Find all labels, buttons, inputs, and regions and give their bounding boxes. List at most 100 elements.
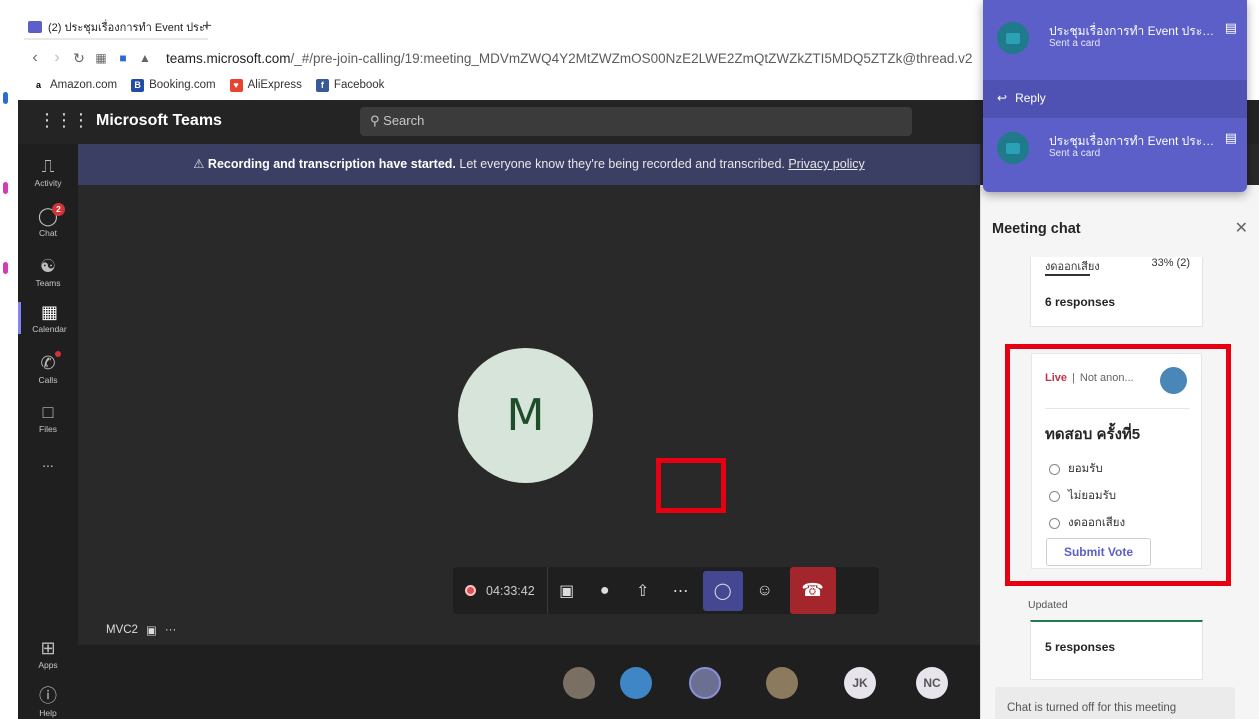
- recording-timer: 04:33:42: [453, 567, 548, 614]
- app-launcher-icon[interactable]: ⋮⋮⋮: [38, 110, 90, 131]
- participants-button[interactable]: ☺: [746, 567, 784, 614]
- rail-label: Calendar: [32, 324, 67, 334]
- rail-item-calendar[interactable]: ▦ Calendar: [18, 302, 78, 334]
- file-icon: □: [42, 402, 54, 422]
- camera-indicator-icon: ■: [119, 51, 127, 65]
- apps-grid-icon[interactable]: ▦: [90, 51, 112, 65]
- facebook-icon: f: [315, 78, 329, 92]
- close-icon[interactable]: ✕: [1235, 218, 1248, 238]
- poll-responses: 5 responses: [1045, 640, 1116, 654]
- recording-banner: ⚠ Recording and transcription have start…: [78, 144, 980, 185]
- notification-item[interactable]: ประชุมเรื่องการทำ Event ประชุ... Sent a …: [983, 0, 1247, 62]
- chat-badge: 2: [52, 203, 65, 216]
- teams-favicon-icon: [28, 21, 42, 33]
- screenshot-root: (2) ประชุมเรื่องการทำ Event ประชุ... + ‹…: [0, 0, 1259, 719]
- rail-label: Calls: [38, 375, 58, 385]
- rail-item-activity[interactable]: ⎍ Activity: [18, 156, 78, 188]
- warning-icon: ⚠: [193, 157, 205, 171]
- rail-label: Chat: [39, 228, 57, 238]
- bookmark-facebook[interactable]: f Facebook: [315, 78, 385, 92]
- url-domain: teams.microsoft.com: [166, 50, 291, 66]
- notification-subtitle: Sent a card: [1049, 148, 1101, 159]
- hang-up-button[interactable]: ☎: [789, 567, 836, 614]
- rail-item-files[interactable]: □ Files: [18, 402, 78, 434]
- previous-poll-card: งดออกเสียง 33% (2) 6 responses: [1030, 257, 1203, 327]
- mic-button[interactable]: ●: [586, 567, 624, 614]
- search-input[interactable]: ⚲ Search: [360, 107, 912, 136]
- calls-dot: [55, 351, 61, 357]
- camera-off-button[interactable]: ▣: [548, 567, 586, 614]
- chat-toggle-button[interactable]: ◯: [702, 570, 743, 611]
- chat-icon: ◯: [37, 206, 59, 226]
- rail-label: Teams: [35, 278, 61, 288]
- bookmark-label: Facebook: [333, 79, 385, 91]
- reply-icon: ↩: [997, 91, 1008, 105]
- url-field[interactable]: teams.microsoft.com/_#/pre-join-calling/…: [166, 51, 972, 66]
- notification-stack: ประชุมเรื่องการทำ Event ประชุ... Sent a …: [983, 0, 1247, 192]
- notification-item[interactable]: ประชุมเรื่องการทำ Event ประชุ... Sent a …: [983, 110, 1247, 172]
- url-path: /_#/pre-join-calling/19:meeting_MDVmZWQ4…: [290, 50, 973, 66]
- participant-strip: JK NC: [78, 645, 980, 719]
- participant-avatar: M: [458, 348, 593, 483]
- desktop-icon: [3, 262, 8, 274]
- share-button[interactable]: ⇧: [624, 567, 662, 614]
- forward-icon[interactable]: ›: [46, 49, 68, 67]
- record-icon: [465, 585, 476, 596]
- browser-tab[interactable]: (2) ประชุมเรื่องการทำ Event ประชุ...: [24, 16, 208, 40]
- desktop-edge: [0, 0, 18, 719]
- participant-photo[interactable]: [689, 667, 721, 699]
- banner-bold: Recording and transcription have started…: [207, 157, 456, 171]
- reply-label: Reply: [1015, 91, 1046, 105]
- rail-label: Activity: [34, 178, 62, 188]
- more-actions-button[interactable]: ⋯: [662, 567, 700, 614]
- rail-item-teams[interactable]: ☯ Teams: [18, 256, 78, 288]
- poll-result-row: งดออกเสียง 33% (2): [1045, 257, 1190, 275]
- tab-title: (2) ประชุมเรื่องการทำ Event ประชุ...: [48, 22, 208, 34]
- self-more-button[interactable]: ···: [165, 624, 177, 636]
- bookmark-label: Booking.com: [149, 79, 216, 91]
- participant-initials[interactable]: NC: [916, 667, 948, 699]
- bookmark-label: Amazon.com: [50, 79, 118, 91]
- back-icon[interactable]: ‹: [24, 49, 46, 67]
- chat-disabled-notice: Chat is turned off for this meeting: [995, 687, 1235, 719]
- calendar-icon: ▦: [40, 302, 58, 322]
- poll-result-bar: [1045, 274, 1090, 276]
- desktop-icon: [3, 182, 8, 194]
- rail-item-calls[interactable]: ✆ Calls: [18, 351, 78, 385]
- call-controls: 04:33:42 ▣ ● ⇧ ⋯ ◯ ☺ ☎: [453, 567, 879, 614]
- participant-photo[interactable]: [620, 667, 652, 699]
- help-icon: ⓘ: [39, 686, 57, 706]
- rail-item-chat[interactable]: ◯ 2 Chat: [18, 203, 78, 238]
- reload-icon[interactable]: ↻: [68, 50, 90, 67]
- new-tab-button[interactable]: +: [202, 16, 212, 36]
- chat-title: Meeting chat: [992, 221, 1081, 237]
- participant-photo[interactable]: [766, 667, 798, 699]
- bookmark-amazon[interactable]: a Amazon.com: [32, 78, 118, 92]
- rail-item-apps[interactable]: ⊞ Apps: [18, 638, 78, 670]
- participant-photo[interactable]: [563, 667, 595, 699]
- rail-label: Apps: [38, 660, 58, 670]
- participant-initials[interactable]: JK: [844, 667, 876, 699]
- self-view-label: MVC2 ▣ ···: [106, 623, 176, 637]
- chat-header: Meeting chat ✕: [981, 185, 1259, 245]
- lock-icon: ▲: [139, 51, 151, 65]
- self-name: MVC2: [106, 624, 138, 636]
- rail-more-button[interactable]: ...: [18, 454, 78, 470]
- poll-responses: 6 responses: [1045, 295, 1116, 309]
- rail-label: Files: [39, 424, 57, 434]
- privacy-policy-link[interactable]: Privacy policy: [788, 157, 864, 171]
- call-stage: M 04:33:42 ▣ ● ⇧ ⋯ ◯ ☺ ☎ MVC2 ▣ ···: [78, 185, 980, 645]
- notification-subtitle: Sent a card: [1049, 38, 1101, 49]
- search-icon: ⚲: [370, 113, 380, 128]
- amazon-icon: a: [32, 78, 45, 92]
- card-icon: ▤: [1224, 130, 1237, 145]
- rail-item-help[interactable]: ⓘ Help: [18, 686, 78, 718]
- rail-label: Help: [39, 708, 57, 718]
- timer-text: 04:33:42: [486, 583, 535, 598]
- contact-card-icon[interactable]: ▣: [146, 623, 157, 637]
- bookmark-booking[interactable]: B Booking.com: [131, 78, 216, 92]
- forms-app-icon: [997, 132, 1029, 164]
- card-icon: ▤: [1224, 20, 1237, 35]
- teams-icon: ☯: [39, 256, 57, 276]
- bookmark-aliexpress[interactable]: ♥ AliExpress: [229, 78, 302, 92]
